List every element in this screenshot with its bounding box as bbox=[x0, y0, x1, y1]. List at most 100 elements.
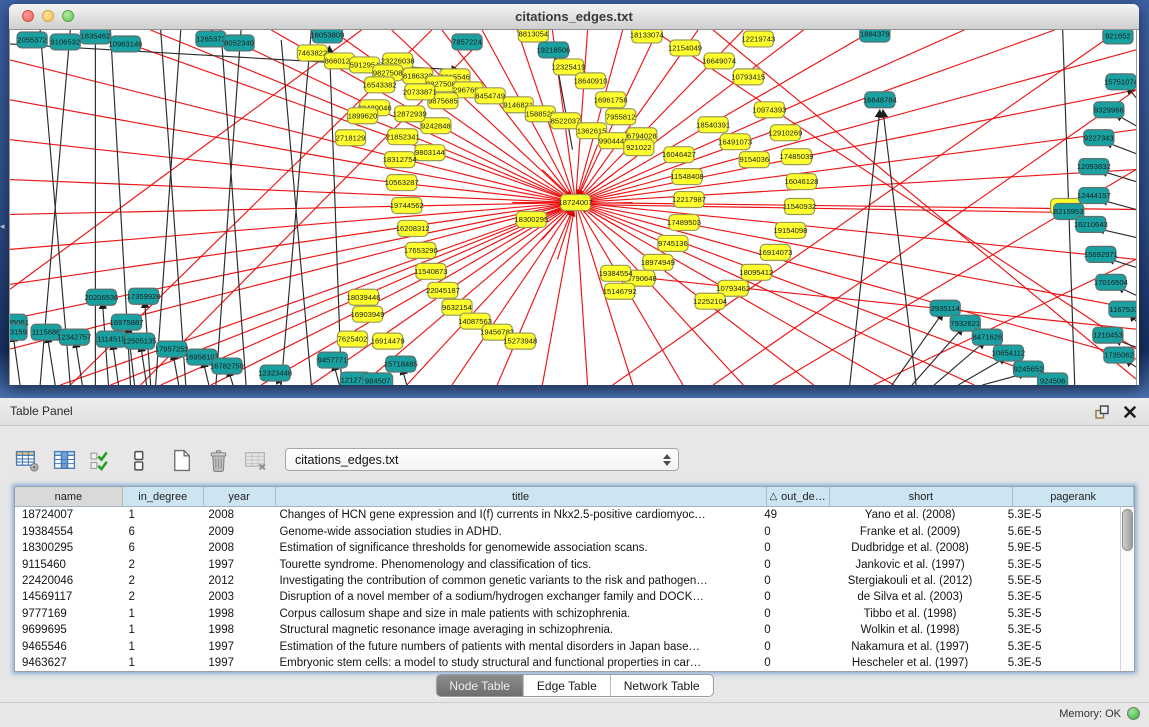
table-scrollbar[interactable] bbox=[1120, 507, 1134, 671]
graph-node[interactable]: 16648784 bbox=[863, 92, 897, 108]
column-header-in_degree[interactable]: in_degree bbox=[123, 487, 204, 506]
graph-node[interactable]: 16543382 bbox=[363, 77, 397, 93]
graph-node[interactable]: 7955812 bbox=[606, 109, 636, 125]
graph-node[interactable]: 18640910 bbox=[574, 73, 608, 89]
column-header-out_de[interactable]: △out_de… bbox=[767, 487, 830, 506]
graph-node[interactable]: 16053809 bbox=[310, 30, 344, 43]
graph-node[interactable]: 1899620 bbox=[347, 108, 377, 124]
graph-node[interactable]: 1265372 bbox=[196, 31, 226, 47]
graph-node[interactable]: 16975887 bbox=[110, 314, 144, 330]
close-panel-button[interactable] bbox=[1121, 403, 1139, 421]
column-header-short[interactable]: short bbox=[830, 487, 1014, 506]
table-row[interactable]: 1830029562008Estimation of significance … bbox=[15, 540, 1120, 556]
graph-node[interactable]: 9745136 bbox=[658, 235, 688, 251]
column-header-year[interactable]: year bbox=[204, 487, 276, 506]
graph-node[interactable]: 17016504 bbox=[1094, 274, 1128, 290]
graph-node[interactable]: 16961758 bbox=[594, 92, 628, 108]
table-settings-button[interactable] bbox=[14, 447, 40, 473]
graph-node[interactable]: 8471626 bbox=[972, 329, 1002, 345]
graph-node[interactable]: 12910269 bbox=[768, 125, 802, 141]
window-titlebar[interactable]: citations_edges.txt bbox=[9, 4, 1139, 30]
graph-node[interactable]: 21852341 bbox=[386, 129, 420, 145]
column-header-title[interactable]: title bbox=[276, 487, 767, 506]
tab-edge-table[interactable]: Edge Table bbox=[524, 675, 611, 696]
graph-node[interactable]: 20206536 bbox=[84, 289, 118, 305]
graph-node[interactable]: 17489503 bbox=[667, 214, 701, 230]
graph-node[interactable]: 1735062 bbox=[1104, 347, 1134, 363]
graph-node[interactable]: 12154049 bbox=[668, 40, 702, 56]
table-selector-dropdown[interactable]: citations_edges.txt bbox=[285, 448, 679, 471]
delete-column-button[interactable] bbox=[205, 447, 231, 473]
graph-node[interactable]: 15273948 bbox=[503, 333, 537, 349]
graph-node[interactable]: 19744562 bbox=[390, 198, 424, 214]
graph-node[interactable]: 17957253 bbox=[155, 341, 189, 357]
graph-node[interactable]: 10974393 bbox=[752, 102, 786, 118]
graph-node[interactable]: 18540391 bbox=[696, 117, 730, 133]
graph-node[interactable]: 3913159 bbox=[10, 324, 27, 340]
graph-node[interactable]: 9457771 bbox=[317, 352, 347, 368]
graph-node[interactable]: 924506 bbox=[1038, 373, 1068, 385]
graph-node[interactable]: 2055372 bbox=[17, 32, 47, 48]
graph-node[interactable]: 17359928 bbox=[127, 288, 161, 304]
table-row[interactable]: 977716911998Corpus callosum shape and si… bbox=[15, 606, 1120, 622]
west-panel-collapse-arrow[interactable]: ◂ bbox=[0, 222, 5, 231]
graph-node[interactable]: 12323448 bbox=[258, 365, 292, 381]
graph-node[interactable]: 16046427 bbox=[662, 147, 696, 163]
graph-node[interactable]: 8813054 bbox=[518, 30, 548, 42]
graph-node[interactable]: 15146792 bbox=[603, 283, 637, 299]
graph-node[interactable]: 16491073 bbox=[718, 134, 752, 150]
graph-node[interactable]: 921022 bbox=[624, 140, 654, 156]
graph-node[interactable]: 19384554 bbox=[599, 265, 633, 281]
graph-node[interactable]: 10963146 bbox=[109, 36, 143, 52]
graph-node[interactable]: 7625402 bbox=[337, 331, 367, 347]
graph-node[interactable]: 19218506 bbox=[536, 42, 570, 58]
graph-node[interactable]: 10563287 bbox=[385, 175, 419, 191]
tab-network-table[interactable]: Network Table bbox=[611, 675, 713, 696]
graph-node[interactable]: 1835462 bbox=[80, 30, 110, 44]
graph-node[interactable]: 10793415 bbox=[731, 69, 765, 85]
column-header-name[interactable]: name bbox=[15, 487, 123, 506]
graph-node[interactable]: 16903949 bbox=[351, 306, 385, 322]
graph-node[interactable]: 8052340 bbox=[224, 35, 254, 51]
graph-node[interactable]: 20733871 bbox=[403, 84, 437, 100]
tab-node-table[interactable]: Node Table bbox=[436, 675, 524, 696]
graph-node[interactable]: 2718129 bbox=[335, 130, 365, 146]
scrollbar-thumb[interactable] bbox=[1122, 509, 1133, 551]
select-column-button[interactable] bbox=[51, 447, 77, 473]
graph-node[interactable]: 18039446 bbox=[347, 289, 381, 305]
graph-node[interactable]: 1884379 bbox=[860, 30, 890, 42]
graph-node[interactable]: 15692971 bbox=[1084, 246, 1118, 262]
graph-node[interactable]: 11540873 bbox=[414, 263, 447, 279]
graph-node[interactable]: 1167533 bbox=[1109, 301, 1136, 317]
graph-node[interactable]: 18312754 bbox=[383, 152, 417, 168]
graph-node[interactable]: 12252104 bbox=[693, 293, 727, 309]
graph-node[interactable]: 12444157 bbox=[1077, 188, 1111, 204]
graph-node[interactable]: 16649074 bbox=[702, 53, 736, 69]
graph-node[interactable]: 7857224 bbox=[452, 34, 482, 50]
graph-node[interactable]: 19154098 bbox=[774, 222, 808, 238]
graph-node[interactable]: 9329966 bbox=[1094, 102, 1124, 118]
graph-node[interactable]: 17653290 bbox=[404, 242, 438, 258]
table-row[interactable]: 946362711997Embryonic stem cells: a mode… bbox=[15, 655, 1120, 671]
graph-node[interactable]: 16914479 bbox=[371, 333, 405, 349]
graph-node[interactable]: 921652 bbox=[1103, 30, 1133, 44]
table-row[interactable]: 1938455462009Genome-wide association stu… bbox=[15, 523, 1120, 539]
graph-node[interactable]: 18095412 bbox=[739, 264, 773, 280]
table-row[interactable]: 946554611997Estimation of the future num… bbox=[15, 639, 1120, 655]
graph-node[interactable]: 9154036 bbox=[739, 152, 769, 168]
graph-node[interactable]: 16046128 bbox=[785, 174, 819, 190]
graph-node[interactable]: 12217987 bbox=[672, 192, 706, 208]
graph-node[interactable]: 18133074 bbox=[630, 30, 664, 43]
graph-node[interactable]: 16208312 bbox=[396, 220, 430, 236]
column-header-pagerank[interactable]: pagerank bbox=[1013, 487, 1134, 506]
graph-node[interactable]: 15718485 bbox=[384, 356, 418, 372]
table-row[interactable]: 1456911722003Disruption of a novel membe… bbox=[15, 589, 1120, 605]
graph-node[interactable]: 15751074 bbox=[1104, 74, 1136, 90]
table-row[interactable]: 2242004622012Investigating the contribut… bbox=[15, 573, 1120, 589]
select-rows-button[interactable] bbox=[88, 447, 114, 473]
graph-node[interactable]: 11540932 bbox=[783, 199, 816, 215]
network-canvas[interactable]: 7463822866012859129542322603898275088186… bbox=[9, 30, 1137, 385]
graph-node[interactable]: 22045187 bbox=[426, 282, 460, 298]
graph-node[interactable]: 8454749 bbox=[475, 88, 505, 104]
graph-node[interactable]: 17485039 bbox=[780, 149, 814, 165]
